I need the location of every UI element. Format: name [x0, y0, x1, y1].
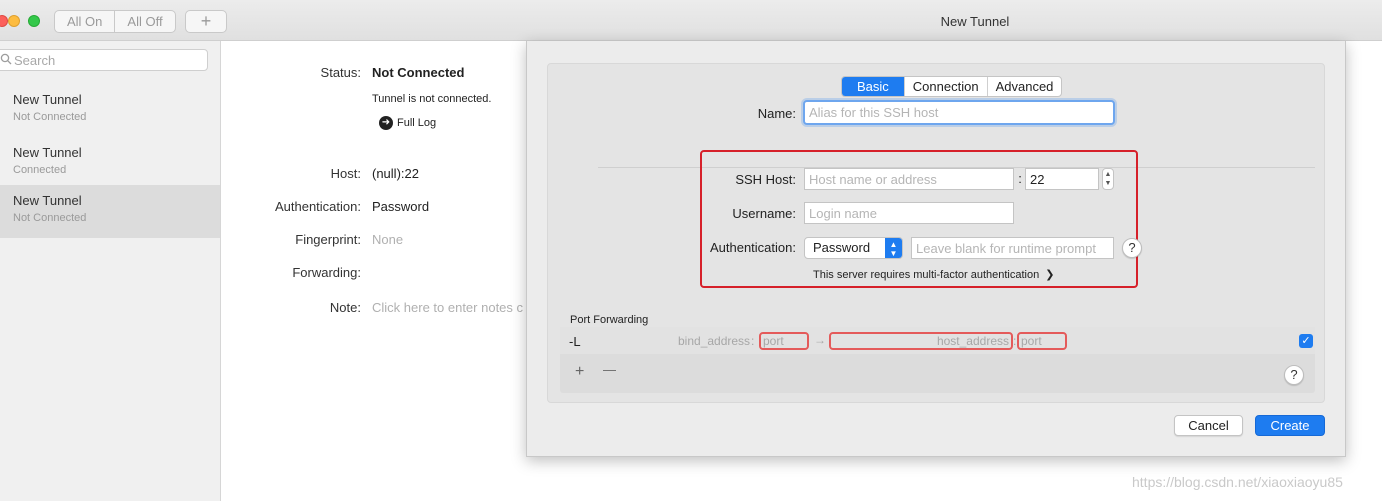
authentication-value: Password	[372, 199, 430, 214]
authentication-select[interactable]: Password ▲ ▼	[804, 237, 903, 259]
ssh-host-label: SSH Host:	[735, 172, 796, 187]
username-input[interactable]	[804, 202, 1014, 224]
username-label: Username:	[732, 206, 796, 221]
tab-connection[interactable]: Connection	[903, 77, 987, 96]
full-log-label: Full Log	[397, 117, 437, 129]
status-label: Status:	[320, 65, 361, 80]
forward-enabled-checkbox[interactable]: ✓	[1299, 334, 1313, 348]
sidebar-tunnel-item-selected[interactable]: New Tunnel Not Connected	[0, 185, 220, 238]
tunnel-item-status: Connected	[13, 164, 67, 176]
search-field[interactable]	[0, 49, 208, 71]
sidebar: New Tunnel Not Connected New Tunnel Conn…	[0, 41, 221, 501]
search-icon	[0, 53, 14, 67]
note-label: Note:	[329, 300, 361, 315]
zoom-window-button[interactable]	[28, 15, 40, 27]
arrow-right-circle-icon: ➜	[379, 116, 393, 130]
remove-forward-button[interactable]: —	[603, 362, 616, 377]
port-stepper[interactable]: ▲ ▼	[1102, 168, 1114, 190]
tab-basic[interactable]: Basic	[842, 77, 904, 96]
sidebar-tunnel-item[interactable]: New Tunnel Not Connected	[0, 84, 220, 137]
all-on-button[interactable]: All On	[55, 11, 114, 32]
cancel-button[interactable]: Cancel	[1174, 415, 1243, 436]
name-input[interactable]	[803, 100, 1115, 125]
fingerprint-label: Fingerprint:	[295, 232, 361, 247]
chevron-updown-icon: ▲ ▼	[885, 238, 902, 258]
mfa-link[interactable]: This server requires multi-factor authen…	[813, 268, 1055, 282]
host-address-input[interactable]: host_address	[829, 332, 1013, 350]
all-on-off-segmented-control: All On All Off	[54, 10, 176, 33]
tunnel-item-status: Not Connected	[13, 111, 87, 123]
bind-port-input[interactable]: port	[759, 332, 809, 350]
port-forwarding-table: -L bind_address : port → host_address : …	[560, 327, 1315, 393]
port-forwarding-title: Port Forwarding	[570, 314, 649, 326]
status-value: Not Connected	[372, 65, 465, 80]
port-forwarding-row[interactable]: -L bind_address : port → host_address : …	[560, 327, 1315, 354]
watermark: https://blog.csdn.net/xiaoxiaoyu85	[1132, 474, 1343, 490]
fingerprint-value: None	[372, 232, 404, 247]
port-input[interactable]	[1025, 168, 1099, 190]
close-window-button[interactable]	[0, 15, 8, 27]
tunnel-item-status: Not Connected	[13, 212, 87, 224]
all-off-button[interactable]: All Off	[114, 11, 174, 32]
sidebar-tunnel-item[interactable]: New Tunnel Connected	[0, 137, 220, 190]
note-field[interactable]: Click here to enter notes c	[372, 300, 527, 315]
help-button[interactable]: ?	[1122, 238, 1142, 258]
full-log-button[interactable]: ➜ Full Log	[379, 116, 436, 130]
password-prompt-input[interactable]	[911, 237, 1114, 259]
chevron-right-icon: ❯	[1045, 269, 1055, 281]
host-port-input[interactable]: port	[1017, 332, 1067, 350]
bind-separator: :	[751, 334, 755, 348]
new-tunnel-sheet: Basic Connection Advanced Name: SSH Host…	[526, 41, 1346, 457]
tunnel-item-name: New Tunnel	[13, 145, 82, 160]
settings-box: Basic Connection Advanced Name: SSH Host…	[547, 63, 1325, 403]
host-value: (null):22	[372, 166, 419, 181]
window-title: New Tunnel	[940, 14, 1010, 29]
forward-arrow-icon: →	[814, 333, 826, 347]
search-input[interactable]	[14, 52, 194, 68]
authentication-label: Authentication:	[274, 199, 361, 214]
tab-advanced[interactable]: Advanced	[986, 77, 1062, 96]
port-separator: :	[1018, 171, 1022, 186]
forwarding-label: Forwarding:	[292, 265, 361, 280]
host-separator: :	[1013, 334, 1017, 348]
ssh-host-input[interactable]	[804, 168, 1014, 190]
tunnel-item-name: New Tunnel	[13, 193, 82, 208]
authentication-selected-value: Password	[813, 240, 871, 255]
add-forward-button[interactable]: +	[575, 363, 584, 381]
minimize-window-button[interactable]	[8, 15, 20, 27]
host-label: Host:	[330, 166, 361, 181]
name-label: Name:	[757, 106, 796, 121]
tunnel-item-name: New Tunnel	[13, 92, 82, 107]
add-tunnel-button[interactable]: +	[185, 10, 227, 33]
tab-bar: Basic Connection Advanced	[841, 76, 1063, 97]
port-forwarding-help-button[interactable]: ?	[1284, 365, 1304, 385]
bind-address-input[interactable]: bind_address	[678, 334, 750, 348]
create-button[interactable]: Create	[1255, 415, 1325, 436]
title-bar: All On All Off + New Tunnel	[0, 0, 1382, 41]
authentication-field-label: Authentication:	[709, 240, 796, 255]
forward-type[interactable]: -L	[569, 334, 581, 349]
mfa-text: This server requires multi-factor authen…	[813, 268, 1040, 281]
status-message: Tunnel is not connected.	[372, 93, 492, 105]
